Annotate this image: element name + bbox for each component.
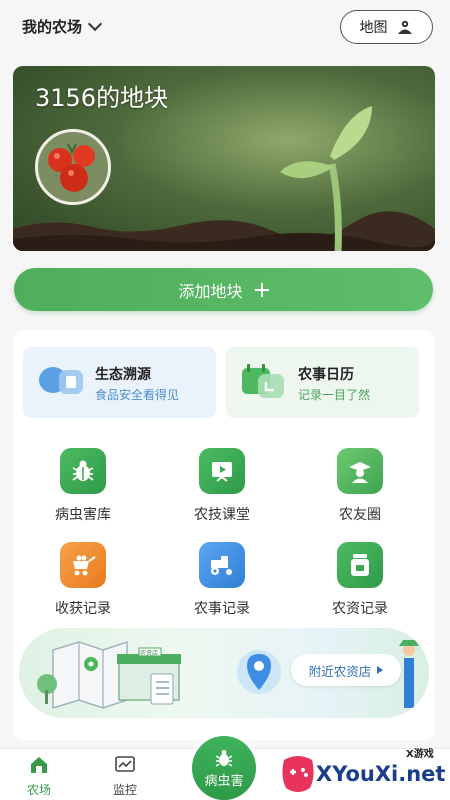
map-button[interactable]: 地图 bbox=[340, 10, 433, 44]
map-button-label: 地图 bbox=[359, 20, 388, 36]
tractor-icon bbox=[199, 542, 245, 588]
monitor-chart-icon bbox=[115, 756, 135, 772]
supplies-icon bbox=[337, 542, 383, 588]
calendar-icon bbox=[242, 364, 284, 398]
calendar-title: 农事日历 bbox=[298, 367, 354, 383]
calendar-feature[interactable]: 农事日历 记录一目了然 bbox=[226, 347, 419, 418]
grid-item-tech-class[interactable]: 农技课堂 bbox=[167, 448, 277, 524]
top-bar: 我的农场 地图 bbox=[0, 0, 450, 56]
farmer-circle-icon bbox=[337, 448, 383, 494]
nav-monitor[interactable]: 监控 bbox=[95, 755, 155, 798]
pest-fab-button[interactable]: 病虫害 bbox=[192, 736, 256, 800]
grid-item-harvest-record[interactable]: 收获记录 bbox=[28, 542, 138, 618]
grid-label-tech-class: 农技课堂 bbox=[194, 507, 250, 523]
watermark-domain-text: XYouXi.net bbox=[316, 762, 446, 786]
traceability-feature[interactable]: 生态溯源 食品安全看得见 bbox=[23, 347, 216, 418]
traceability-title: 生态溯源 bbox=[95, 367, 151, 383]
store-sign-text: 农资店 bbox=[140, 650, 159, 657]
bug-icon bbox=[215, 749, 233, 767]
pest-fab-container: 病虫害 bbox=[187, 734, 261, 800]
grid-label-pest-library: 病虫害库 bbox=[55, 507, 111, 523]
tools-card: 生态溯源 食品安全看得见 农事日历 记录一目了然 病虫害库 农技课堂 农友圈 收… bbox=[13, 330, 435, 740]
sprout-image bbox=[280, 106, 372, 251]
harvest-cart-icon bbox=[60, 542, 106, 588]
calendar-subtitle: 记录一目了然 bbox=[298, 388, 371, 402]
add-plot-button[interactable]: 添加地块 bbox=[14, 268, 433, 311]
nav-farm-label: 农场 bbox=[26, 783, 51, 797]
traceability-subtitle: 食品安全看得见 bbox=[95, 388, 180, 402]
grid-item-farm-work-record[interactable]: 农事记录 bbox=[167, 542, 277, 618]
chevron-down-icon bbox=[87, 16, 103, 32]
grid-item-farmer-circle[interactable]: 农友圈 bbox=[305, 448, 415, 524]
site-watermark: X游戏 XYouXi.net bbox=[278, 740, 450, 800]
grid-item-pest-library[interactable]: 病虫害库 bbox=[28, 448, 138, 524]
play-arrow-icon bbox=[377, 666, 384, 674]
grid-label-farm-work-record: 农事记录 bbox=[194, 601, 250, 617]
nearby-shop-banner[interactable]: 农资店 附近农资店 bbox=[19, 628, 429, 718]
nearby-shop-button[interactable]: 附近农资店 bbox=[291, 654, 401, 686]
plot-avatar bbox=[35, 129, 111, 205]
pest-fab-label: 病虫害 bbox=[204, 773, 244, 789]
map-person-pin-icon bbox=[397, 20, 412, 34]
nav-monitor-label: 监控 bbox=[112, 783, 137, 797]
grid-label-farmer-circle: 农友圈 bbox=[339, 507, 381, 523]
add-plot-label: 添加地块 bbox=[178, 281, 243, 301]
grid-item-supplies-record[interactable]: 农资记录 bbox=[305, 542, 415, 618]
farm-name: 我的农场 bbox=[22, 18, 83, 36]
traceability-icon bbox=[39, 367, 83, 394]
plot-hero-card[interactable]: 3156的地块 bbox=[13, 66, 435, 251]
farm-home-icon bbox=[31, 757, 47, 773]
video-class-icon bbox=[199, 448, 245, 494]
nearby-shop-label: 附近农资店 bbox=[308, 663, 372, 679]
bug-library-icon bbox=[60, 448, 106, 494]
watermark-small-text: X游戏 bbox=[406, 749, 434, 760]
nav-farm[interactable]: 农场 bbox=[9, 755, 69, 798]
gamepad-logo-icon bbox=[282, 756, 314, 792]
grid-label-supplies-record: 农资记录 bbox=[332, 601, 388, 617]
plus-icon bbox=[254, 282, 269, 297]
grid-label-harvest-record: 收获记录 bbox=[55, 601, 111, 617]
plot-title: 3156的地块 bbox=[35, 84, 169, 112]
farm-selector[interactable]: 我的农场 bbox=[22, 16, 103, 37]
